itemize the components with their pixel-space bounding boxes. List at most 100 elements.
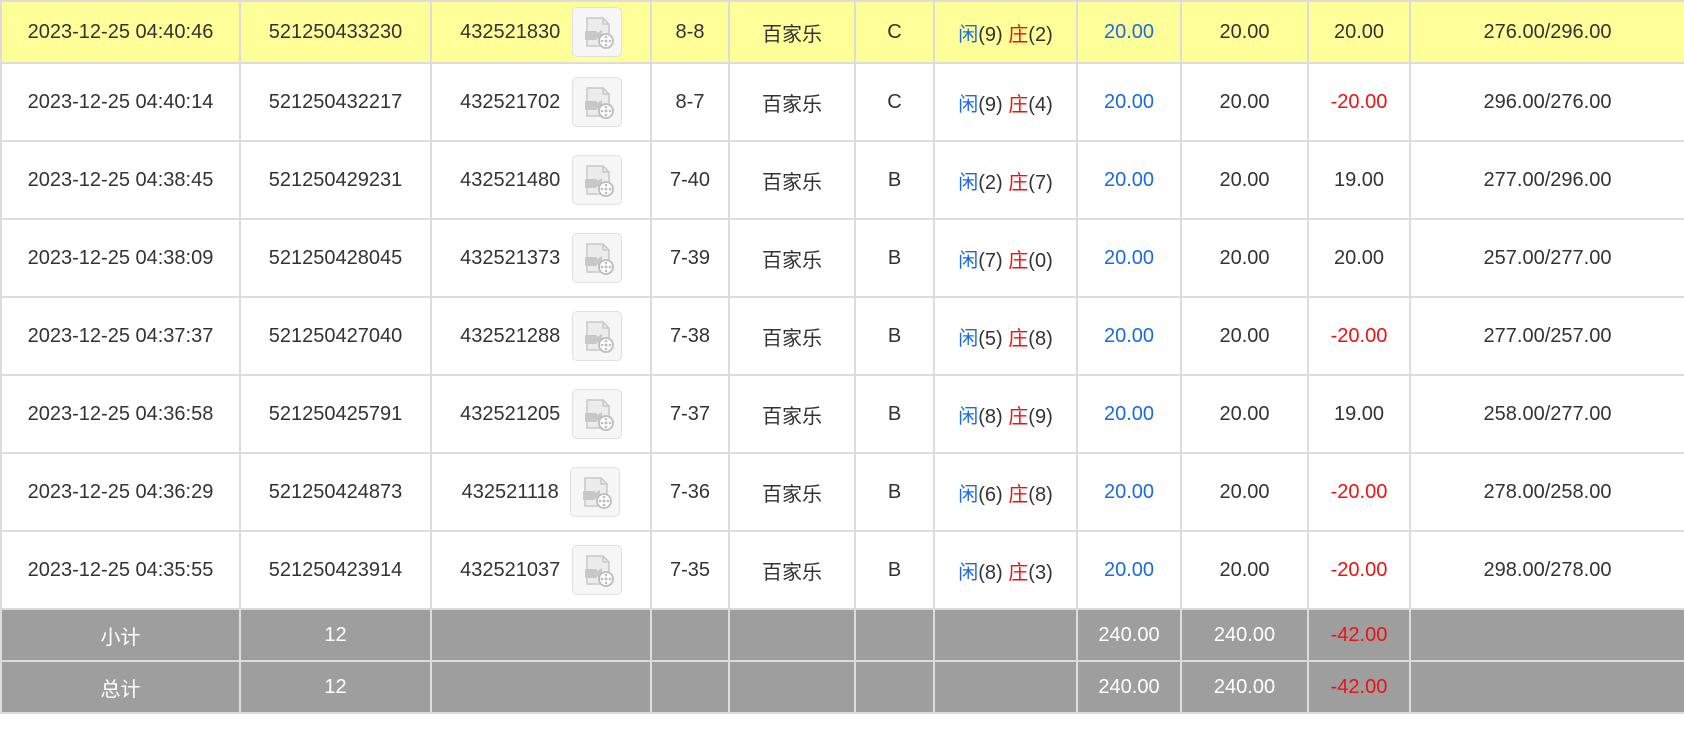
total-empty: [1409, 660, 1684, 714]
game-name: 百家乐: [728, 62, 856, 142]
video-replay-icon: [584, 321, 614, 353]
player-points: (2): [978, 171, 1003, 194]
banker-label: 庄: [1008, 405, 1029, 428]
balance-change: 278.00/258.00: [1409, 452, 1684, 532]
shoe-round: 7-35: [650, 530, 730, 610]
video-replay-button[interactable]: [570, 467, 621, 517]
table-name: C: [854, 62, 935, 142]
bet-id: 521250425791: [239, 374, 432, 454]
result-cell: 闲(5) 庄(8): [933, 296, 1078, 376]
table-row: 2023-12-25 04:40:14 521250432217 4325217…: [0, 62, 1684, 142]
result-cell: 闲(9) 庄(4): [933, 62, 1078, 142]
subtotal-count: 12: [239, 608, 432, 662]
banker-points: (8): [1028, 483, 1053, 506]
valid-bet: 20.00: [1180, 218, 1309, 298]
table-row: 2023-12-25 04:38:45 521250429231 4325214…: [0, 140, 1684, 220]
win-loss: -20.00: [1307, 452, 1411, 532]
win-loss: 20.00: [1307, 218, 1411, 298]
subtotal-empty: [1409, 608, 1684, 662]
total-valid: 240.00: [1180, 660, 1309, 714]
bet-id: 521250423914: [239, 530, 432, 610]
game-name: 百家乐: [728, 0, 856, 64]
result-cell: 闲(8) 庄(3): [933, 530, 1078, 610]
player-label: 闲: [958, 249, 979, 272]
banker-points: (8): [1028, 327, 1053, 350]
total-empty: [650, 660, 730, 714]
player-points: (8): [978, 561, 1003, 584]
subtotal-bet: 240.00: [1076, 608, 1182, 662]
video-replay-icon: [583, 477, 613, 509]
video-replay-icon: [584, 17, 614, 49]
result-cell: 闲(8) 庄(9): [933, 374, 1078, 454]
video-replay-icon: [584, 87, 614, 119]
banker-points: (0): [1028, 249, 1053, 272]
win-loss: -20.00: [1307, 62, 1411, 142]
player-label: 闲: [958, 93, 979, 116]
shoe-round: 8-7: [650, 62, 730, 142]
shoe-round: 7-36: [650, 452, 730, 532]
table-name: B: [854, 374, 935, 454]
video-replay-button[interactable]: [571, 7, 622, 57]
player-points: (5): [978, 327, 1003, 350]
balance-change: 258.00/277.00: [1409, 374, 1684, 454]
table-name: B: [854, 140, 935, 220]
bet-time: 2023-12-25 04:36:29: [0, 452, 241, 532]
shoe-round: 7-40: [650, 140, 730, 220]
bet-time: 2023-12-25 04:38:09: [0, 218, 241, 298]
game-name: 百家乐: [728, 452, 856, 532]
table-name: C: [854, 0, 935, 64]
video-replay-button[interactable]: [571, 233, 622, 283]
win-loss: -20.00: [1307, 296, 1411, 376]
valid-bet: 20.00: [1180, 452, 1309, 532]
bet-id: 521250424873: [239, 452, 432, 532]
bet-time: 2023-12-25 04:40:46: [0, 0, 241, 64]
bet-time: 2023-12-25 04:38:45: [0, 140, 241, 220]
player-points: (8): [978, 405, 1003, 428]
round-id: 432521830: [460, 20, 561, 43]
bet-records-body: 2023-12-25 04:40:46 521250433230 4325218…: [0, 0, 1684, 714]
subtotal-valid: 240.00: [1180, 608, 1309, 662]
banker-label: 庄: [1008, 93, 1029, 116]
video-replay-button[interactable]: [571, 77, 622, 127]
subtotal-empty: [650, 608, 730, 662]
valid-bet: 20.00: [1180, 296, 1309, 376]
table-name: B: [854, 218, 935, 298]
video-replay-button[interactable]: [571, 311, 622, 361]
video-replay-button[interactable]: [571, 389, 622, 439]
table-row: 2023-12-25 04:35:55 521250423914 4325210…: [0, 530, 1684, 610]
round-id: 432521205: [460, 402, 561, 425]
win-loss: 19.00: [1307, 140, 1411, 220]
round-id: 432521288: [460, 324, 561, 347]
table-row: 2023-12-25 04:36:58 521250425791 4325212…: [0, 374, 1684, 454]
banker-label: 庄: [1008, 327, 1029, 350]
video-replay-icon: [584, 165, 614, 197]
video-replay-button[interactable]: [571, 155, 622, 205]
subtotal-win: -42.00: [1307, 608, 1411, 662]
bet-amount: 20.00: [1076, 452, 1182, 532]
video-replay-icon: [584, 555, 614, 587]
player-label: 闲: [958, 561, 979, 584]
bet-amount: 20.00: [1076, 62, 1182, 142]
banker-points: (4): [1028, 93, 1053, 116]
bet-id: 521250432217: [239, 62, 432, 142]
player-points: (7): [978, 249, 1003, 272]
video-replay-button[interactable]: [571, 545, 622, 595]
subtotal-win-value: -42.00: [1330, 623, 1388, 646]
bet-time: 2023-12-25 04:40:14: [0, 62, 241, 142]
player-label: 闲: [958, 23, 979, 46]
subtotal-empty: [854, 608, 935, 662]
total-count: 12: [239, 660, 432, 714]
video-replay-icon: [584, 243, 614, 275]
bet-amount: 20.00: [1076, 374, 1182, 454]
round-cell: 432521205: [430, 374, 652, 454]
total-bet: 240.00: [1076, 660, 1182, 714]
banker-points: (3): [1028, 561, 1053, 584]
player-points: (6): [978, 483, 1003, 506]
table-row: 2023-12-25 04:40:46 521250433230 4325218…: [0, 0, 1684, 64]
game-name: 百家乐: [728, 374, 856, 454]
result-cell: 闲(6) 庄(8): [933, 452, 1078, 532]
round-cell: 432521373: [430, 218, 652, 298]
player-label: 闲: [958, 483, 979, 506]
total-empty: [728, 660, 856, 714]
valid-bet: 20.00: [1180, 0, 1309, 64]
